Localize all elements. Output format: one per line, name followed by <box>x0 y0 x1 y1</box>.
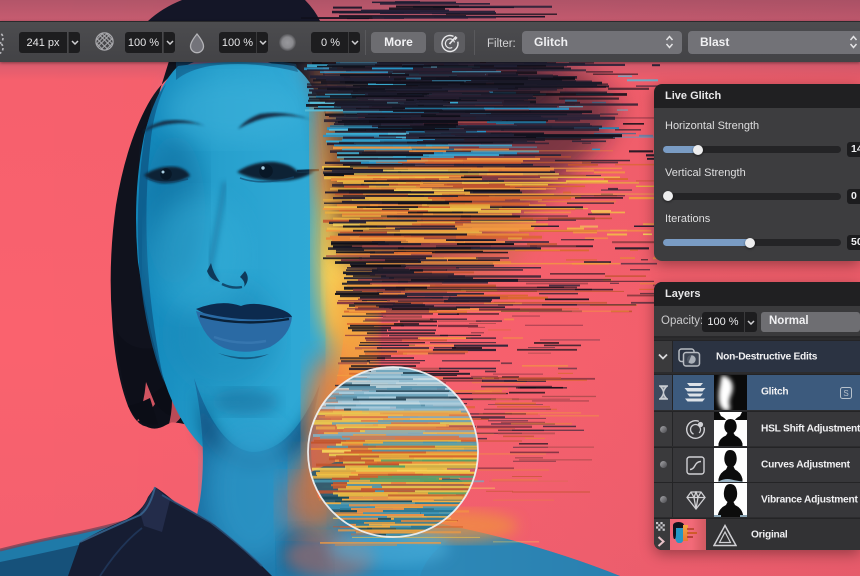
svg-text:S: S <box>843 389 848 398</box>
